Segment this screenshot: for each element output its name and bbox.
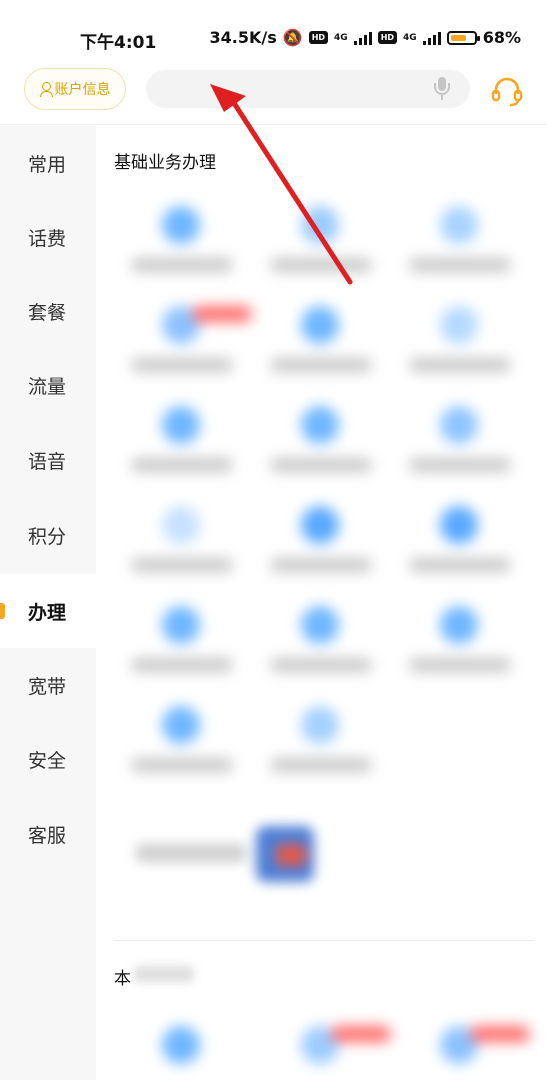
service-tile[interactable] xyxy=(251,296,391,396)
service-tile[interactable] xyxy=(251,396,391,496)
service-icon xyxy=(162,706,200,744)
service-icon xyxy=(301,606,339,644)
service-icon xyxy=(301,506,339,544)
sidebar-item-points[interactable]: 积分 xyxy=(0,498,96,572)
hd-badge-2: HD xyxy=(377,31,398,44)
service-tile[interactable] xyxy=(390,496,530,596)
service-tile[interactable] xyxy=(390,596,530,696)
hot-badge xyxy=(470,1026,530,1042)
sidebar-item-label: 常用 xyxy=(28,153,67,176)
header-divider xyxy=(0,124,547,125)
service-icon xyxy=(162,1026,200,1064)
service-icon xyxy=(440,406,478,444)
service-icon xyxy=(440,506,478,544)
service-icon xyxy=(162,606,200,644)
sidebar-item-label: 安全 xyxy=(28,749,67,772)
section2-title: 本 xyxy=(114,969,131,989)
status-indicators: 34.5K/s 🔕 HD 4G HD 4G 68% xyxy=(210,28,521,47)
sidebar-item-common[interactable]: 常用 xyxy=(0,126,96,200)
service-tile[interactable] xyxy=(251,696,391,796)
service-tile[interactable] xyxy=(390,1016,530,1080)
sidebar-item-label: 语音 xyxy=(28,450,67,473)
service-tile[interactable] xyxy=(112,396,252,496)
header: 账户信息 xyxy=(0,66,547,114)
service-icon xyxy=(301,206,339,244)
person-icon xyxy=(39,82,53,97)
service-tile[interactable] xyxy=(251,196,391,296)
sidebar-item-label: 办理 xyxy=(28,601,67,624)
sidebar-item-voice[interactable]: 语音 xyxy=(0,423,96,497)
signal-icon xyxy=(353,31,372,45)
service-tile[interactable] xyxy=(251,496,391,596)
battery-percent: 68% xyxy=(482,28,521,47)
sidebar-item-handle[interactable]: 办理 xyxy=(0,574,96,648)
content-panel: 基础业务办理 本 xyxy=(96,126,547,1080)
service-tile[interactable] xyxy=(112,496,252,596)
account-info-button[interactable]: 账户信息 xyxy=(24,68,126,110)
sidebar-item-label: 套餐 xyxy=(28,301,67,324)
sidebar-item-broadband[interactable]: 宽带 xyxy=(0,648,96,722)
service-tile[interactable] xyxy=(251,596,391,696)
sidebar-item-package[interactable]: 套餐 xyxy=(0,274,96,348)
service-tile[interactable] xyxy=(251,1016,391,1080)
battery-icon xyxy=(446,30,480,45)
network-type: 4G xyxy=(334,32,348,43)
service-icon xyxy=(162,406,200,444)
signal-icon-2 xyxy=(422,31,441,45)
service-icon xyxy=(301,306,339,344)
status-time: 下午4:01 xyxy=(80,33,157,53)
category-sidebar: 常用 话费 套餐 流量 语音 积分 办理 宽带 安全 客服 xyxy=(0,126,96,1080)
status-bar: 下午4:01 34.5K/s 🔕 HD 4G HD 4G 68% xyxy=(0,0,547,60)
service-tile[interactable] xyxy=(390,296,530,396)
sidebar-item-phone-bill[interactable]: 话费 xyxy=(0,200,96,274)
battery-fill xyxy=(450,34,466,41)
sidebar-item-label: 积分 xyxy=(28,525,67,548)
sidebar-item-customer-service[interactable]: 客服 xyxy=(0,797,96,871)
service-icon xyxy=(162,206,200,244)
section-divider xyxy=(114,940,534,941)
network-type-2: 4G xyxy=(403,32,417,43)
section2-title-blurred xyxy=(134,966,194,982)
service-tile[interactable] xyxy=(112,1016,252,1080)
service-tile[interactable] xyxy=(390,196,530,296)
sidebar-item-data[interactable]: 流量 xyxy=(0,348,96,422)
hot-badge xyxy=(192,306,252,322)
hot-badge xyxy=(331,1026,391,1042)
service-icon xyxy=(162,506,200,544)
net-speed: 34.5K/s xyxy=(209,28,277,47)
service-tile[interactable] xyxy=(112,696,252,796)
service-icon xyxy=(301,406,339,444)
service-tile[interactable] xyxy=(112,196,252,296)
sidebar-item-label: 流量 xyxy=(28,375,67,398)
sidebar-item-label: 话费 xyxy=(28,227,67,250)
service-tile[interactable] xyxy=(390,396,530,496)
service-icon xyxy=(440,206,478,244)
bell-slash-icon: 🔕 xyxy=(282,28,303,47)
section-title: 基础业务办理 xyxy=(114,153,216,173)
service-tile[interactable] xyxy=(112,596,252,696)
account-info-label: 账户信息 xyxy=(54,82,111,98)
service-tile[interactable] xyxy=(112,296,252,396)
search-input[interactable] xyxy=(146,70,470,108)
headset-icon[interactable] xyxy=(490,74,524,108)
service-icon xyxy=(301,706,339,744)
service-icon xyxy=(440,306,478,344)
promo-banner-blurred[interactable] xyxy=(116,814,536,898)
sidebar-item-label: 宽带 xyxy=(28,675,67,698)
hd-badge: HD xyxy=(308,31,329,44)
service-icon xyxy=(440,606,478,644)
sidebar-item-label: 客服 xyxy=(28,824,67,847)
sidebar-item-security[interactable]: 安全 xyxy=(0,722,96,796)
mic-icon[interactable] xyxy=(432,77,452,101)
